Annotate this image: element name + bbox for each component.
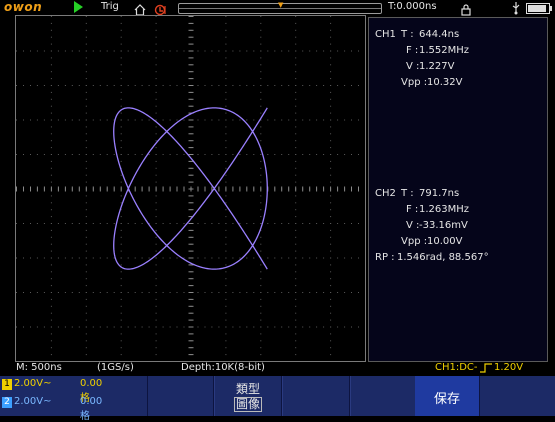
ch2-volt-value: -33.16mV	[419, 220, 468, 231]
ch2-volt-label: V :	[406, 220, 420, 231]
top-status-bar: owon Trig ▼ T:0.000ns	[0, 0, 555, 16]
menu-button-1[interactable]	[147, 376, 215, 416]
ch2-period-value: 791.7ns	[419, 188, 460, 199]
menu-button-3[interactable]	[281, 376, 351, 416]
phase-label: RP :	[375, 252, 395, 263]
save-button[interactable]: 保存	[415, 376, 479, 416]
trigger-level-readout: 1.20V	[494, 362, 524, 373]
menu-button-6[interactable]	[479, 376, 555, 416]
battery-icon	[526, 3, 552, 14]
type-menu-value: 圖像	[233, 397, 263, 412]
ch2-period-label: T :	[401, 188, 414, 199]
trigger-coupling-readout: CH1:DC-	[435, 362, 478, 373]
ch2-freq-label: F :	[406, 204, 419, 215]
trigger-status-label: Trig	[101, 1, 119, 12]
timebase-readout: M: 500ns	[16, 362, 62, 373]
waveform-display[interactable]	[15, 15, 366, 362]
channel-2-scale: 2.00V~	[14, 396, 52, 407]
ch1-volt-value: 1.227V	[419, 61, 455, 72]
type-menu-label: 類型	[235, 382, 260, 396]
ch1-period-value: 644.4ns	[419, 29, 460, 40]
record-depth-readout: Depth:10K(8-bit)	[181, 362, 265, 373]
channel-2-offset: 0.00格	[80, 396, 103, 422]
ch1-freq-label: F :	[406, 45, 419, 56]
ch1-period-label: T :	[401, 29, 414, 40]
phase-value: 1.546rad, 88.567°	[397, 252, 489, 263]
sample-rate-readout: (1GS/s)	[97, 362, 134, 373]
menu-button-4[interactable]	[349, 376, 417, 416]
ch1-volt-label: V :	[406, 61, 420, 72]
trigger-position-marker: ▼	[278, 1, 284, 9]
owon-logo: owon	[4, 0, 43, 14]
ch2-freq-value: 1.263MHz	[419, 204, 470, 215]
ch2-vpp-label: Vpp :	[401, 236, 428, 247]
graticule	[16, 16, 359, 356]
ch1-name: CH1	[375, 29, 396, 40]
ch1-vpp-value: 10.32V	[427, 77, 463, 88]
run-state-icon[interactable]	[74, 1, 83, 13]
measurement-panel: CH1 T : 644.4ns F : 1.552MHz V : 1.227V …	[368, 17, 548, 362]
channel-1-scale: 2.00V~	[14, 378, 52, 389]
channel-2-badge[interactable]: 2	[2, 397, 12, 408]
ch2-name: CH2	[375, 188, 396, 199]
bottom-menu-bar: 1 2.00V~ 0.00格 2 2.00V~ 0.00格 類型 圖像 保存	[0, 376, 555, 422]
save-button-label: 保存	[433, 392, 460, 407]
memory-timeline-bar[interactable]: ▼	[178, 1, 382, 14]
type-menu-button[interactable]: 類型 圖像	[213, 376, 283, 416]
ch1-vpp-label: Vpp :	[401, 77, 428, 88]
channel-1-badge[interactable]: 1	[2, 379, 12, 390]
ch2-vpp-value: 10.00V	[427, 236, 463, 247]
acquisition-status-row: M: 500ns (1GS/s) Depth:10K(8-bit) CH1:DC…	[0, 362, 555, 376]
time-position-readout: T:0.000ns	[388, 1, 437, 12]
rising-edge-icon	[480, 363, 492, 376]
ch1-freq-value: 1.552MHz	[419, 45, 470, 56]
